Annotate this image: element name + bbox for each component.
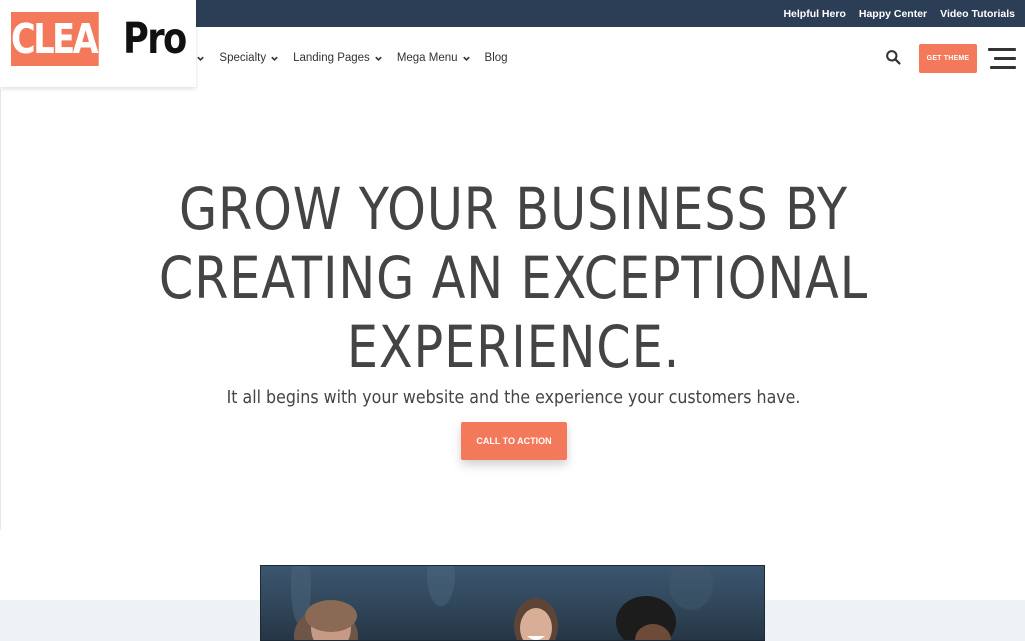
search-icon[interactable] [885,49,902,66]
nav-item-label: Blog [484,52,508,64]
topbar-link-happy-center[interactable]: Happy Center [859,8,927,20]
nav-item-mega-menu[interactable]: Mega Menu [397,52,471,64]
chevron-down-icon [197,56,205,61]
hero-subtitle: It all begins with your website and the … [226,387,801,408]
nav-item-blog[interactable]: Blog [485,52,508,64]
topbar-link-video-tutorials[interactable]: Video Tutorials [940,8,1015,20]
nav-item-specialty[interactable]: Specialty [219,52,279,64]
nav-item-landing-pages[interactable]: Landing Pages [293,52,383,64]
hamburger-icon[interactable] [988,46,1016,72]
team-photo [260,565,765,641]
logo[interactable]: CLEAN Pro [0,0,196,87]
chevron-down-icon [375,56,382,61]
hero-title-line-3: EXPERIENCE. [346,313,681,381]
nav-item-label: Mega Menu [396,52,458,64]
nav-item-label: Landing Pages [293,52,370,64]
main-nav: e Specialty Landing Pages Mega Menu Blog [186,27,508,89]
team-photo-image [291,566,713,640]
chevron-down-icon [462,56,470,61]
hero-title: GROW YOUR BUSINESS BY CREATING AN EXCEPT… [78,175,949,382]
chevron-down-icon [271,56,278,61]
topbar-link-helpful-hero[interactable]: Helpful Hero [783,8,845,20]
logo-clean-text: CLEAN [11,12,124,66]
logo-pro-text: Pro [123,14,187,64]
nav-item-label: Specialty [219,52,267,64]
get-theme-button[interactable]: GET THEME [919,44,977,73]
hero-section: GROW YOUR BUSINESS BY CREATING AN EXCEPT… [0,89,1025,530]
call-to-action-button[interactable]: CALL TO ACTION [461,422,567,460]
hero-title-line-1: GROW YOUR BUSINESS BY [178,175,849,243]
hero-title-line-2: CREATING AN EXCEPTIONAL [158,244,869,312]
